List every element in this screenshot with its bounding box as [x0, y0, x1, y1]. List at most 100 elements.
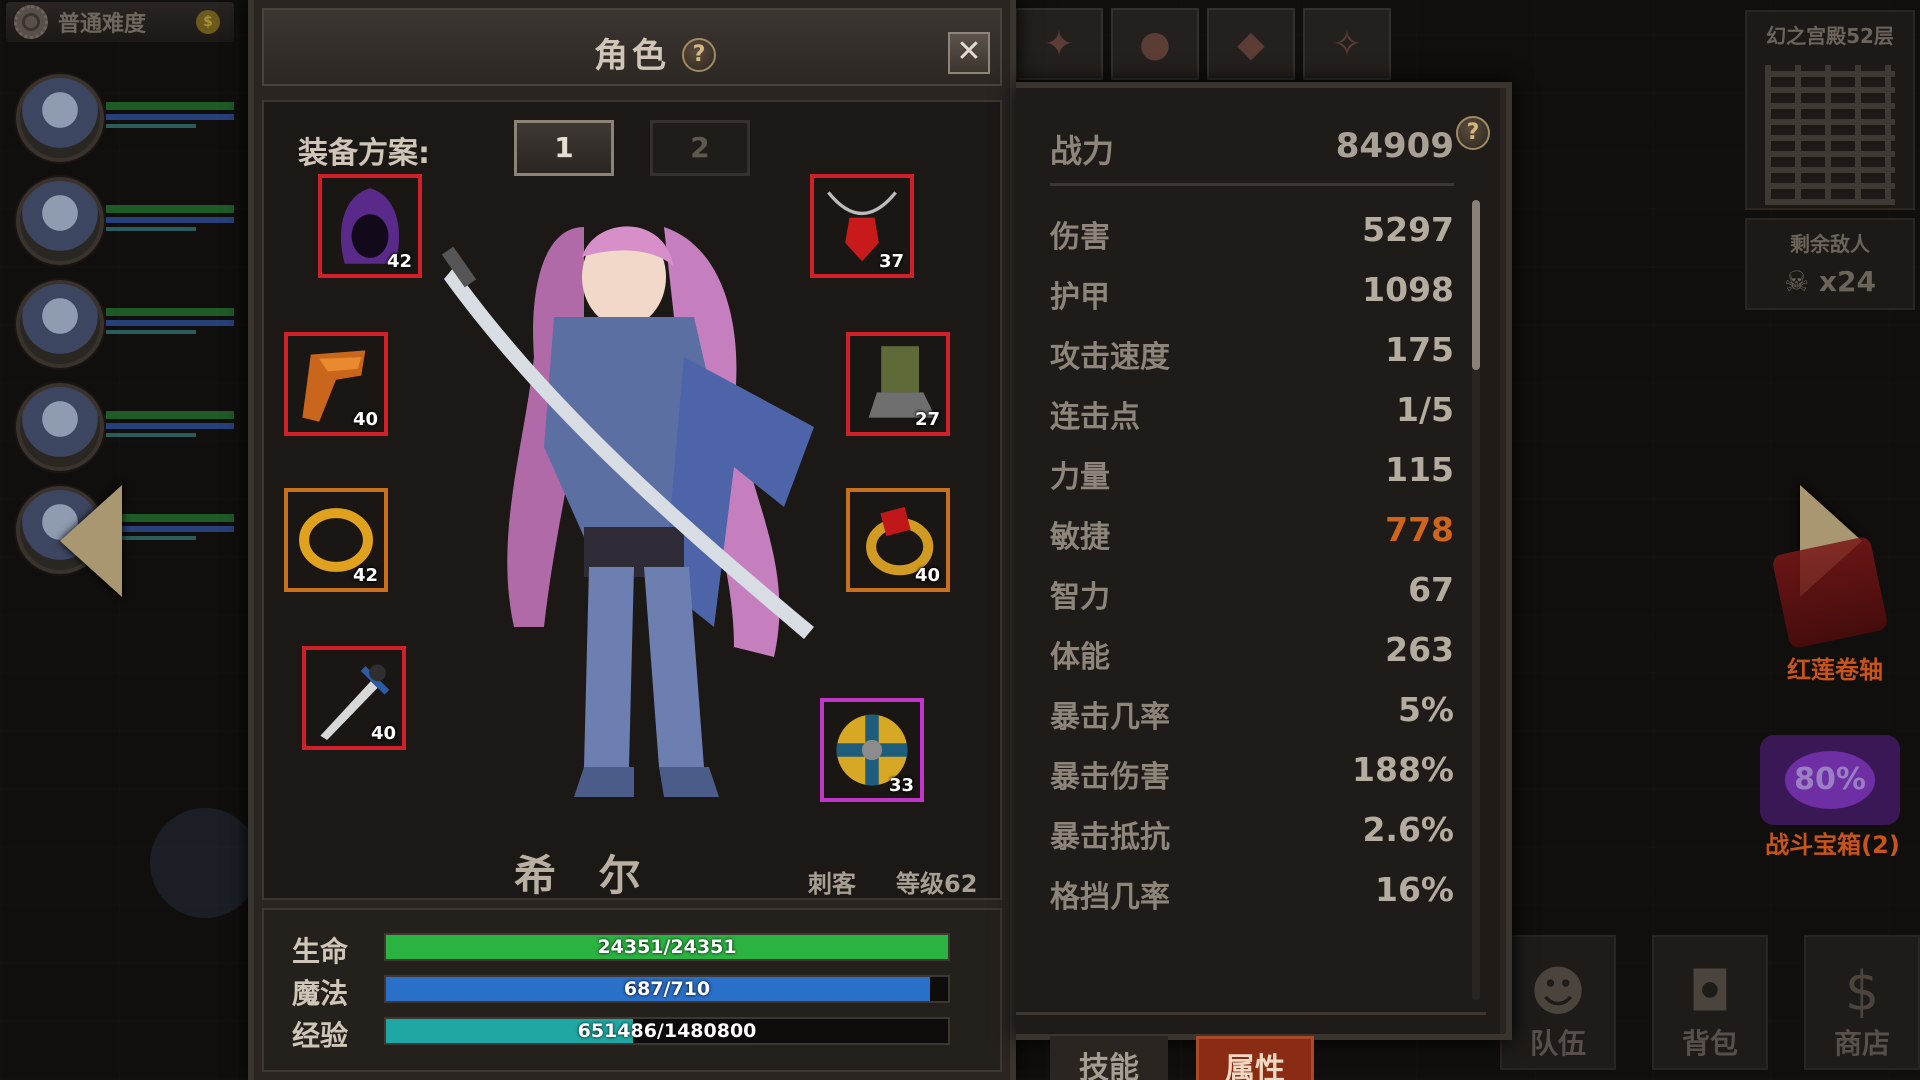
- red-lotus-scroll-icon[interactable]: [1771, 535, 1889, 650]
- stat-value: 1098: [1362, 270, 1454, 309]
- stat-value: 115: [1385, 450, 1454, 489]
- party-member[interactable]: [6, 377, 234, 480]
- previous-character-arrow-icon[interactable]: [60, 485, 122, 597]
- equipment-slot-ring-right[interactable]: 40: [846, 488, 950, 592]
- bag-item-icon[interactable]: ◆: [1207, 8, 1295, 80]
- stat-row: 敏捷 778: [1050, 504, 1454, 564]
- team-button[interactable]: ☻ 队伍: [1500, 935, 1616, 1070]
- party-portrait[interactable]: [16, 280, 104, 368]
- chest-percent: 80%: [1794, 762, 1866, 797]
- dollar-icon: $: [1844, 960, 1880, 1023]
- item-level: 33: [888, 775, 914, 796]
- item-level: 37: [878, 251, 904, 272]
- stat-row: 力量 115: [1050, 444, 1454, 504]
- equipment-slot-ring-left[interactable]: 42: [284, 488, 388, 592]
- equipment-slot-weapon[interactable]: 40: [302, 646, 406, 750]
- top-item-strip: ✦ ● ◆ ✧: [1015, 8, 1391, 80]
- stat-value: 263: [1385, 630, 1454, 669]
- stat-value: 5297: [1362, 210, 1454, 249]
- stat-key: 格挡几率: [1050, 880, 1170, 915]
- stat-key: 暴击抵抗: [1050, 820, 1170, 855]
- character-panel: 角色 ? ✕ 装备方案: 1 2 42 37 40 27 42 40 40 33…: [248, 0, 1016, 1080]
- mp-value: 687/710: [623, 978, 711, 1000]
- stat-value: 2.6%: [1362, 810, 1454, 849]
- gear-icon[interactable]: [14, 5, 48, 39]
- stat-key: 伤害: [1050, 220, 1110, 255]
- tab-attributes[interactable]: 属性: [1196, 1036, 1314, 1080]
- party-member[interactable]: [6, 68, 234, 171]
- stat-row: 连击点 1/5: [1050, 384, 1454, 444]
- party-mp-bar: [106, 526, 234, 532]
- equip-set-1-button[interactable]: 1: [514, 120, 614, 176]
- skull-icon: ☠: [1784, 265, 1819, 298]
- stat-row: 攻击速度 175: [1050, 324, 1454, 384]
- backpack-button[interactable]: ◘ 背包: [1652, 935, 1768, 1070]
- equipment-slot-boots[interactable]: 27: [846, 332, 950, 436]
- equipment-slot-necklace[interactable]: 37: [810, 174, 914, 278]
- virtual-joystick[interactable]: [150, 808, 260, 918]
- team-icon: ☻: [1529, 960, 1587, 1023]
- stat-row: 伤害 5297: [1050, 204, 1454, 264]
- stat-list[interactable]: 伤害 5297 护甲 1098 攻击速度 175 连击点 1/5 力量 115 敏捷 778 智力 67 体…: [1050, 204, 1454, 924]
- hp-bar: 24351/24351: [384, 933, 950, 961]
- chest-label: 战斗宝箱(2): [1765, 831, 1900, 859]
- equipment-slot-cloak[interactable]: 40: [284, 332, 388, 436]
- party-xp-bar: [106, 227, 196, 231]
- party-portrait[interactable]: [16, 74, 104, 162]
- stat-value: 1/5: [1396, 390, 1454, 429]
- party-member[interactable]: [6, 171, 234, 274]
- help-icon[interactable]: ?: [1456, 116, 1490, 150]
- equip-set-label: 装备方案:: [298, 136, 430, 171]
- stats-inner: 战力 84909 ? 伤害 5297 护甲 1098 攻击速度 175 连击点 1/5 力量 11…: [1016, 88, 1500, 1080]
- party-portrait[interactable]: [16, 177, 104, 265]
- stat-row: 智力 67: [1050, 564, 1454, 624]
- pig-item-icon[interactable]: ●: [1111, 8, 1199, 80]
- party-portrait[interactable]: [16, 383, 104, 471]
- fairy-item-icon[interactable]: ✧: [1303, 8, 1391, 80]
- close-button[interactable]: ✕: [948, 32, 990, 74]
- stat-value: 67: [1408, 570, 1454, 609]
- carrot-item-icon[interactable]: ✦: [1015, 8, 1103, 80]
- mp-row: 魔法 687/710: [292, 972, 982, 1010]
- equipment-slot-shield[interactable]: 33: [820, 698, 924, 802]
- scrollbar-thumb[interactable]: [1472, 200, 1480, 370]
- enemies-count: ☠ x24: [1784, 265, 1876, 298]
- mp-label: 魔法: [292, 977, 349, 1010]
- stats-panel: 战力 84909 ? 伤害 5297 护甲 1098 攻击速度 175 连击点 1/5 力量 11…: [1016, 82, 1512, 1080]
- party-hp-bar: [106, 514, 234, 522]
- power-row: 战力 84909: [1050, 126, 1454, 186]
- bottom-menu: ☻ 队伍 ◘ 背包 $ 商店: [1500, 935, 1920, 1070]
- minimap-icon: [1765, 65, 1895, 205]
- hero-class: 刺客: [808, 870, 856, 898]
- help-icon[interactable]: ?: [682, 38, 716, 72]
- hero-portrait: [441, 226, 814, 797]
- stat-row: 体能 263: [1050, 624, 1454, 684]
- xp-row: 经验 651486/1480800: [292, 1014, 982, 1052]
- stat-row: 格挡几率 16%: [1050, 864, 1454, 924]
- shop-button[interactable]: $ 商店: [1804, 935, 1920, 1070]
- party-mp-bar: [106, 114, 234, 120]
- character-header: 角色 ? ✕: [262, 8, 1002, 86]
- power-label: 战力: [1050, 132, 1115, 170]
- equip-set-2-button[interactable]: 2: [650, 120, 750, 176]
- enemies-title: 剩余敌人: [1790, 232, 1870, 256]
- equipment-slot-helmet[interactable]: 42: [318, 174, 422, 278]
- stats-scrollbar[interactable]: [1472, 200, 1480, 1000]
- power-value: 84909: [1335, 126, 1454, 166]
- enemies-remaining-panel: 剩余敌人 ☠ x24: [1745, 218, 1915, 310]
- stat-value: 16%: [1375, 870, 1454, 909]
- hp-value: 24351/24351: [597, 936, 737, 958]
- party-member[interactable]: [6, 274, 234, 377]
- party-mp-bar: [106, 320, 234, 326]
- stat-row: 护甲 1098: [1050, 264, 1454, 324]
- difficulty-indicator[interactable]: 普通难度 $: [6, 2, 234, 42]
- stat-key: 力量: [1050, 460, 1110, 495]
- xp-bar: 651486/1480800: [384, 1017, 950, 1045]
- scroll-label: 红莲卷轴: [1787, 656, 1883, 684]
- hp-label: 生命: [292, 935, 349, 968]
- minimap-panel[interactable]: 幻之宫殿52层: [1745, 10, 1915, 210]
- item-level: 42: [352, 565, 378, 586]
- tab-skills[interactable]: 技能: [1050, 1036, 1168, 1080]
- party-hp-bar: [106, 308, 234, 316]
- battle-chest-icon[interactable]: 80%: [1760, 735, 1900, 825]
